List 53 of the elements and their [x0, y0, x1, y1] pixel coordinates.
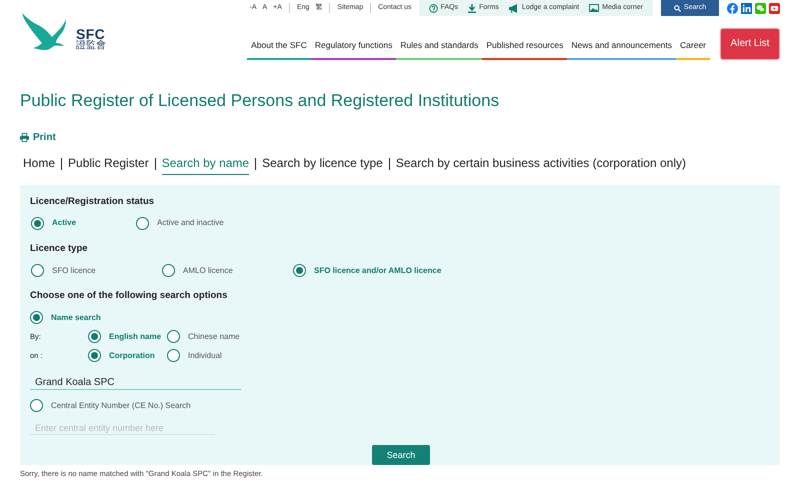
radio-label: AMLO licence: [183, 264, 233, 276]
nav-item[interactable]: About the SFC: [247, 30, 311, 58]
radio-button[interactable]: [31, 216, 44, 230]
breadcrumb-link[interactable]: Search by certain business activities (corporation only): [396, 154, 686, 174]
ce-number-input-field[interactable]: Enter central entity number here: [30, 422, 215, 436]
nav-item[interactable]: Published resources: [482, 30, 568, 58]
radio-button[interactable]: [167, 349, 180, 362]
radio-button[interactable]: [31, 264, 44, 277]
facebook-icon[interactable]: [727, 2, 738, 14]
nav-item[interactable]: Regulatory functions: [310, 30, 396, 58]
radio-button[interactable]: [88, 349, 101, 362]
help-icon: [428, 4, 438, 12]
radio-label: Individual: [188, 350, 222, 362]
print-link[interactable]: Print: [33, 130, 56, 144]
radio-button[interactable]: [167, 330, 180, 344]
youtube-icon[interactable]: [769, 2, 780, 14]
nav-item[interactable]: Career: [676, 30, 710, 58]
radio-button[interactable]: [88, 330, 101, 344]
search-submit-button[interactable]: Search: [372, 445, 430, 466]
download-icon: [468, 4, 476, 12]
page-title: Public Register of Licensed Persons and Registered Institutions: [20, 90, 500, 112]
logo-chinese-name: 證監會: [76, 41, 106, 51]
linkedin-icon[interactable]: [741, 2, 752, 14]
radio-label: SFO licence and/or AMLO licence: [314, 264, 442, 276]
radio-label: Name search: [51, 312, 101, 324]
radio-button[interactable]: [293, 264, 306, 277]
breadcrumb-link[interactable]: Public Register: [68, 154, 149, 174]
section-heading: Licence/Registration status: [30, 194, 156, 208]
radio-label: Active and inactive: [157, 217, 224, 230]
radio-label: English name: [109, 330, 162, 343]
radio-label: Chinese name: [188, 330, 240, 343]
radio-button[interactable]: [136, 216, 149, 230]
radio-label: Corporation: [109, 350, 155, 362]
radio-label: Central Entity Number (CE No.) Search: [51, 400, 191, 412]
printer-icon: [20, 132, 29, 142]
megaphone-icon: [508, 4, 519, 12]
section-heading: Licence type: [30, 242, 89, 256]
image-icon: [589, 4, 600, 12]
radio-button[interactable]: [30, 399, 43, 412]
radio-label: Active: [52, 217, 76, 230]
logo-abbreviation: SFC: [76, 27, 106, 41]
radio-button[interactable]: [30, 311, 43, 324]
search-icon: [674, 4, 681, 12]
nav-item[interactable]: News and announcements: [567, 30, 676, 58]
breadcrumb-link[interactable]: Search by licence type: [262, 154, 383, 174]
alert-list-button[interactable]: Alert List: [720, 28, 780, 60]
breadcrumb-link[interactable]: Home: [23, 154, 56, 174]
name-input-field[interactable]: Grand Koala SPC: [30, 376, 241, 390]
nav-item[interactable]: Rules and standards: [396, 30, 482, 58]
radio-button[interactable]: [162, 264, 175, 277]
breadcrumb-link[interactable]: Search by name: [162, 154, 250, 174]
section-heading: Choose one of the following search options: [30, 289, 228, 303]
radio-label: SFO licence: [52, 264, 96, 276]
